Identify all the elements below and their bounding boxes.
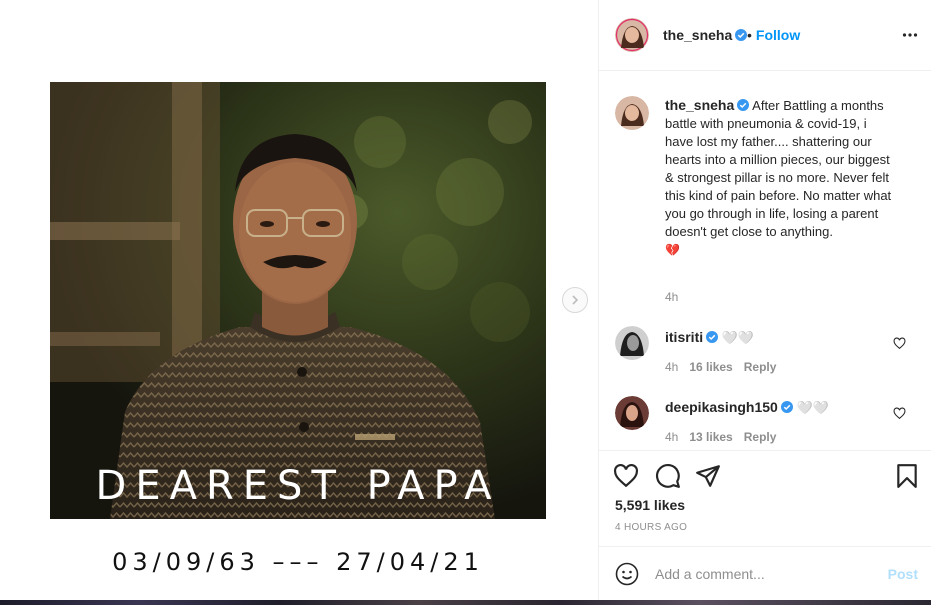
avatar[interactable]: [615, 96, 649, 130]
profile-photo: [615, 96, 649, 130]
like-comment-heart-icon[interactable]: [893, 407, 906, 420]
avatar[interactable]: [615, 326, 649, 360]
add-comment-input[interactable]: [655, 563, 865, 585]
avatar[interactable]: [615, 396, 649, 430]
caption-text: the_sneha After Battling a months battle…: [665, 96, 895, 259]
chevron-right-icon: [572, 295, 579, 305]
comment-likes[interactable]: 16 likes: [689, 360, 732, 374]
verified-badge-icon: [735, 29, 748, 41]
like-comment-heart-icon[interactable]: [893, 337, 906, 350]
verified-badge-icon: [706, 331, 719, 343]
verified-badge-icon: [780, 401, 793, 413]
post-photo[interactable]: DEAREST PAPA: [50, 82, 546, 519]
comment-meta: 4h 16 likes Reply: [665, 360, 787, 374]
instagram-post-modal: DEAREST PAPA 03/09/63 ––– 27/04/21 the_s…: [0, 0, 931, 605]
post-side-panel: the_sneha • Follow the_sneha After Battl…: [598, 0, 931, 600]
post-media-area: DEAREST PAPA 03/09/63 ––– 27/04/21: [0, 0, 598, 600]
post-author-username[interactable]: the_sneha: [663, 27, 748, 43]
emoji-smiley-icon[interactable]: [615, 562, 639, 586]
more-options-icon[interactable]: [902, 27, 918, 43]
post-actions: 5,591 likes 4 HOURS AGO: [599, 450, 931, 546]
reply-button[interactable]: Reply: [744, 430, 777, 444]
portrait-image: [50, 82, 546, 519]
background-strip: [0, 600, 931, 605]
comments-list[interactable]: the_sneha After Battling a months battle…: [599, 72, 931, 450]
photo-dates: 03/09/63 ––– 27/04/21: [112, 548, 484, 576]
caption-body: After Battling a months battle with pneu…: [665, 98, 892, 239]
comment-username[interactable]: deepikasingh150: [665, 399, 778, 415]
comment-bubble-icon[interactable]: [655, 463, 681, 489]
avatar[interactable]: [615, 18, 649, 52]
like-heart-icon[interactable]: [613, 463, 639, 489]
follow-button[interactable]: Follow: [756, 27, 800, 43]
comment-likes[interactable]: 13 likes: [689, 430, 732, 444]
comment-body: 🤍🤍: [796, 400, 829, 415]
comment-body: 🤍🤍: [721, 330, 755, 345]
comment-time[interactable]: 4h: [665, 360, 678, 374]
caption-time[interactable]: 4h: [665, 290, 678, 304]
reply-button[interactable]: Reply: [744, 360, 777, 374]
post-comment-button[interactable]: Post: [888, 566, 918, 582]
comment-time[interactable]: 4h: [665, 430, 678, 444]
add-comment-bar: Post: [599, 546, 931, 600]
caption-meta: 4h: [665, 290, 689, 304]
post-header: the_sneha • Follow: [599, 0, 931, 71]
follow-area: • Follow: [747, 27, 800, 43]
profile-photo: [615, 326, 649, 360]
separator-dot: •: [747, 27, 752, 43]
comment-meta: 4h 13 likes Reply: [665, 430, 787, 444]
save-bookmark-icon[interactable]: [894, 463, 920, 489]
profile-photo: [615, 18, 649, 52]
profile-photo: [615, 396, 649, 430]
next-slide-button[interactable]: [562, 287, 588, 313]
caption-emoji: 💔: [665, 243, 680, 257]
comment-username[interactable]: itisriti: [665, 329, 703, 345]
share-paper-plane-icon[interactable]: [695, 463, 721, 489]
comment-text: deepikasingh150 🤍🤍: [665, 398, 895, 417]
post-timestamp[interactable]: 4 HOURS AGO: [615, 522, 687, 533]
comment-text: itisriti 🤍🤍: [665, 328, 895, 347]
verified-badge-icon: [737, 99, 750, 111]
likes-count[interactable]: 5,591 likes: [615, 497, 685, 513]
caption-username[interactable]: the_sneha: [665, 97, 734, 113]
photo-overlay-text: DEAREST PAPA: [95, 463, 501, 509]
